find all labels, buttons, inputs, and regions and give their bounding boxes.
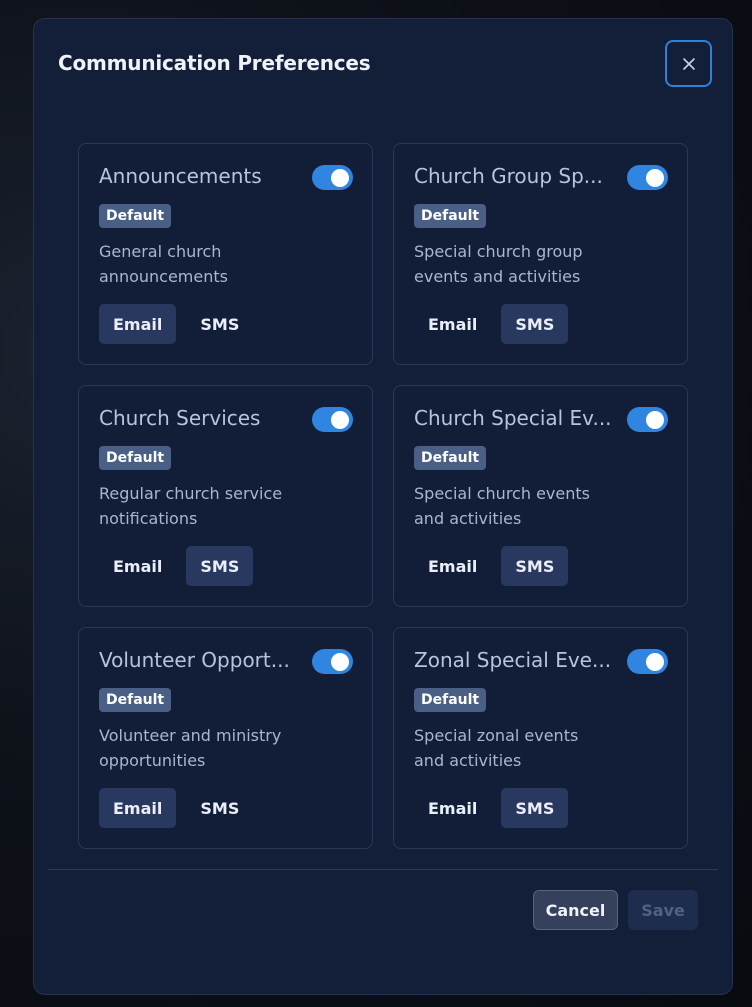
channel-options: Email SMS (99, 546, 254, 586)
default-badge: Default (99, 688, 172, 712)
preference-description: Special church events and activities (414, 484, 590, 528)
channel-email-button[interactable]: Email (414, 546, 491, 586)
communication-preferences-dialog: Communication Preferences Announcements … (33, 18, 733, 995)
channel-sms-button[interactable]: SMS (501, 546, 569, 586)
preference-title: Announcements (99, 164, 262, 188)
default-badge: Default (414, 688, 487, 712)
preference-card-announcements: Announcements Default General church ann… (78, 143, 373, 365)
preference-title: Church Services (99, 406, 261, 430)
channel-options: Email SMS (414, 788, 569, 828)
toggle-knob (331, 168, 349, 187)
toggle-knob (646, 410, 664, 429)
close-button[interactable] (665, 40, 712, 87)
preference-card-church-services: Church Services Default Regular church s… (78, 385, 373, 607)
preference-title: Volunteer Opport... (99, 648, 290, 672)
channel-email-button[interactable]: Email (99, 546, 176, 586)
channel-sms-button[interactable]: SMS (501, 788, 569, 828)
default-badge: Default (414, 204, 487, 228)
channel-options: Email SMS (99, 788, 253, 828)
footer-divider (48, 869, 718, 870)
channel-options: Email SMS (414, 546, 569, 586)
preference-description: Volunteer and ministry opportunities (99, 726, 282, 770)
preference-toggle[interactable] (627, 165, 668, 190)
preference-title: Zonal Special Eve... (414, 648, 612, 672)
toggle-knob (646, 168, 664, 187)
preference-toggle[interactable] (312, 165, 353, 190)
dialog-title: Communication Preferences (58, 51, 371, 75)
default-badge: Default (99, 446, 172, 470)
preference-description: General church announcements (99, 242, 228, 286)
preference-description: Special church group events and activiti… (414, 242, 583, 286)
cancel-button[interactable]: Cancel (533, 890, 618, 930)
close-icon (682, 57, 695, 70)
channel-sms-button[interactable]: SMS (501, 304, 569, 344)
preferences-grid: Announcements Default General church ann… (78, 143, 688, 849)
preference-title: Church Special Ev... (414, 406, 612, 430)
preference-title: Church Group Sp... (414, 164, 603, 188)
channel-email-button[interactable]: Email (99, 304, 177, 344)
default-badge: Default (414, 446, 487, 470)
preference-toggle[interactable] (312, 407, 353, 432)
channel-options: Email SMS (99, 304, 253, 344)
toggle-knob (331, 410, 349, 429)
preference-card-zonal-special-events: Zonal Special Eve... Default Special zon… (393, 627, 688, 849)
preference-description: Regular church service notifications (99, 484, 283, 528)
preference-card-church-group-special: Church Group Sp... Default Special churc… (393, 143, 688, 365)
channel-options: Email SMS (414, 304, 569, 344)
preference-toggle[interactable] (627, 407, 668, 432)
save-button[interactable]: Save (628, 890, 698, 930)
channel-sms-button[interactable]: SMS (186, 304, 253, 344)
toggle-knob (646, 652, 664, 671)
channel-email-button[interactable]: Email (414, 304, 491, 344)
preference-description: Special zonal events and activities (414, 726, 579, 770)
channel-email-button[interactable]: Email (99, 788, 177, 828)
channel-email-button[interactable]: Email (414, 788, 491, 828)
toggle-knob (331, 652, 349, 671)
preference-toggle[interactable] (627, 649, 668, 674)
channel-sms-button[interactable]: SMS (186, 546, 254, 586)
default-badge: Default (99, 204, 172, 228)
channel-sms-button[interactable]: SMS (186, 788, 253, 828)
preference-card-volunteer-opportunities: Volunteer Opport... Default Volunteer an… (78, 627, 373, 849)
preference-toggle[interactable] (312, 649, 353, 674)
preference-card-church-special-events: Church Special Ev... Default Special chu… (393, 385, 688, 607)
